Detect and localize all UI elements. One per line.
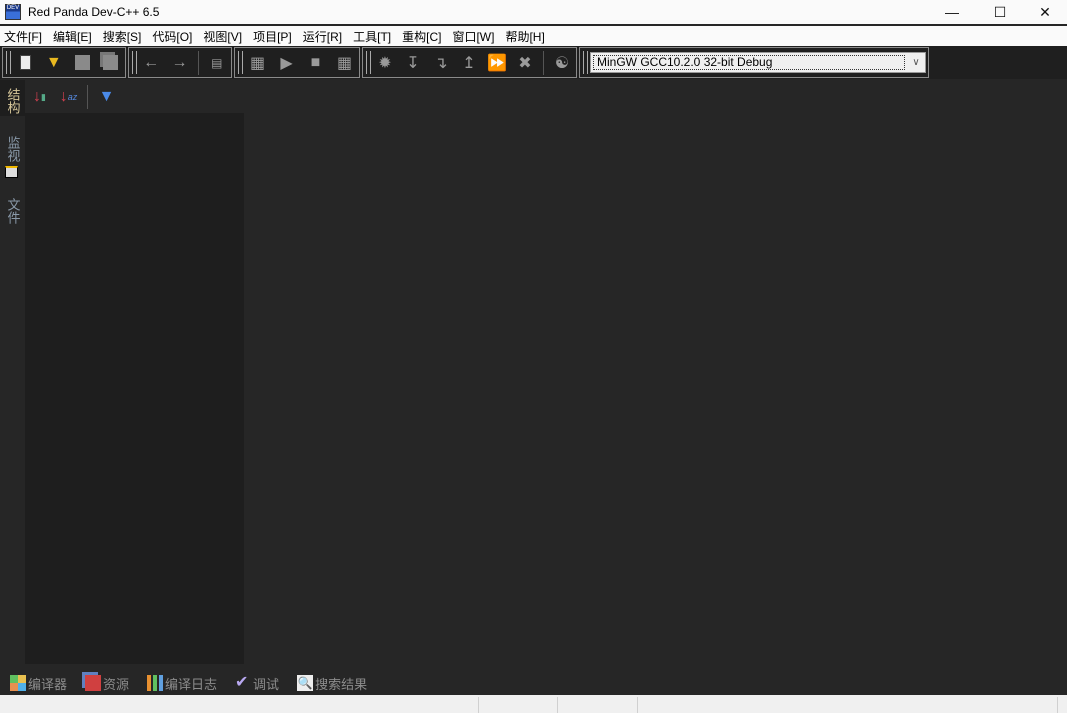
separator [197, 50, 199, 75]
forward-arrow-icon[interactable]: → [165, 51, 193, 75]
compile-run-icon[interactable]: ▦ [330, 51, 359, 75]
tab-label: 搜索结果 [315, 676, 368, 692]
menu-project[interactable]: 项目[P] [249, 28, 297, 45]
new-file-icon[interactable] [11, 51, 40, 75]
menu-search[interactable]: 搜索[S] [99, 28, 147, 45]
menu-file[interactable]: 文件[F] [0, 28, 47, 45]
search-icon: 🔍 [297, 675, 314, 691]
menu-view[interactable]: 视图[V] [199, 28, 247, 45]
debug-bug-icon[interactable]: ✹ [371, 51, 399, 75]
menu-run[interactable]: 运行[R] [299, 28, 347, 45]
step-out-icon[interactable]: ↥ [455, 51, 483, 75]
continue-icon[interactable]: ⏩ [483, 51, 511, 75]
tab-resources[interactable]: 资源 [85, 674, 129, 693]
tab-watch[interactable]: 监视 [2, 136, 24, 162]
tab-label: 调试 [253, 676, 280, 692]
toolbar: ▼ ← → ▤ ▦ ▶ ■ ▦ ✹ ↧ ↴ ↥ ⏩ ✖ ☯ MinGW GCC1… [0, 46, 1067, 79]
menu-edit[interactable]: 编辑[E] [49, 28, 97, 45]
chevron-down-icon: ∨ [912, 57, 920, 68]
resources-icon [85, 675, 102, 691]
run-icon[interactable]: ▶ [272, 51, 301, 75]
close-button[interactable]: ✕ [1022, 0, 1067, 24]
tab-compiler[interactable]: 编译器 [10, 674, 67, 693]
back-arrow-icon[interactable]: ← [137, 51, 165, 75]
format-text-icon[interactable]: ▤ [203, 51, 231, 75]
bottom-tabs: 编译器 资源 编译日志 ✔ 调试 🔍 搜索结果 [0, 672, 375, 694]
maximize-button[interactable]: ☐ [977, 0, 1023, 24]
menu-help[interactable]: 帮助[H] [501, 28, 549, 45]
edit-toolbar: ← → ▤ [128, 47, 232, 78]
tab-compile-log[interactable]: 编译日志 [147, 674, 217, 693]
sort-by-type-icon[interactable]: ↓ ▮ [25, 85, 54, 109]
tab-label: 编译器 [28, 676, 68, 692]
compile-toolbar: ▦ ▶ ■ ▦ [234, 47, 360, 78]
status-divider [478, 697, 479, 713]
compiler-grid-icon [10, 675, 26, 691]
side-tabs: 结构 监视 文件 [0, 80, 25, 665]
tab-label: 资源 [103, 676, 130, 692]
status-divider [637, 697, 638, 713]
status-divider [1057, 697, 1058, 713]
debug-toolbar: ✹ ↧ ↴ ↥ ⏩ ✖ ☯ [362, 47, 577, 78]
title-bar: DEV Red Panda Dev-C++ 6.5 — ☐ ✕ [0, 0, 1067, 24]
step-into-icon[interactable]: ↴ [427, 51, 455, 75]
save-all-icon[interactable] [97, 51, 126, 75]
menu-code[interactable]: 代码[O] [148, 28, 197, 45]
add-watch-icon[interactable]: ☯ [548, 51, 576, 75]
open-folder-icon[interactable]: ▼ [40, 51, 69, 75]
compiler-set-select[interactable]: MinGW GCC10.2.0 32-bit Debug ∨ [590, 52, 926, 73]
bar-chart-icon [147, 675, 164, 691]
separator [543, 50, 544, 75]
watch-icon [5, 166, 18, 178]
menu-tools[interactable]: 工具[T] [349, 28, 396, 45]
checkmark-icon: ✔ [235, 674, 249, 691]
separator [87, 85, 88, 109]
menu-window[interactable]: 窗口[W] [448, 28, 499, 45]
structure-toolbar: ↓ ▮ ↓ az ▼ [25, 82, 121, 112]
compiler-set-value: MinGW GCC10.2.0 32-bit Debug [593, 55, 905, 70]
status-divider [557, 697, 558, 713]
menu-bar: 文件[F] 编辑[E] 搜索[S] 代码[O] 视图[V] 项目[P] 运行[R… [0, 26, 1067, 46]
minimize-button[interactable]: — [929, 0, 975, 24]
sort-alpha-icon[interactable]: ↓ az [54, 85, 83, 109]
compile-icon[interactable]: ▦ [243, 51, 272, 75]
tab-structure[interactable]: 结构 [2, 88, 24, 114]
compiler-toolbar: MinGW GCC10.2.0 32-bit Debug ∨ [579, 47, 929, 78]
save-icon[interactable] [68, 51, 97, 75]
tab-label: 编译日志 [165, 676, 218, 692]
show-inherited-icon[interactable]: ▼ [92, 85, 121, 109]
structure-panel [25, 113, 244, 664]
menu-refactor[interactable]: 重构[C] [398, 28, 446, 45]
window-title: Red Panda Dev-C++ 6.5 [28, 5, 160, 19]
status-bar [0, 695, 1067, 713]
tab-search-results[interactable]: 🔍 搜索结果 [297, 674, 367, 693]
step-over-icon[interactable]: ↧ [399, 51, 427, 75]
tab-debug[interactable]: ✔ 调试 [235, 674, 279, 693]
stop-debug-icon[interactable]: ✖ [511, 51, 539, 75]
tab-files[interactable]: 文件 [2, 198, 24, 224]
app-icon: DEV [5, 4, 21, 20]
stop-icon[interactable]: ■ [301, 51, 330, 75]
file-toolbar: ▼ [2, 47, 126, 78]
